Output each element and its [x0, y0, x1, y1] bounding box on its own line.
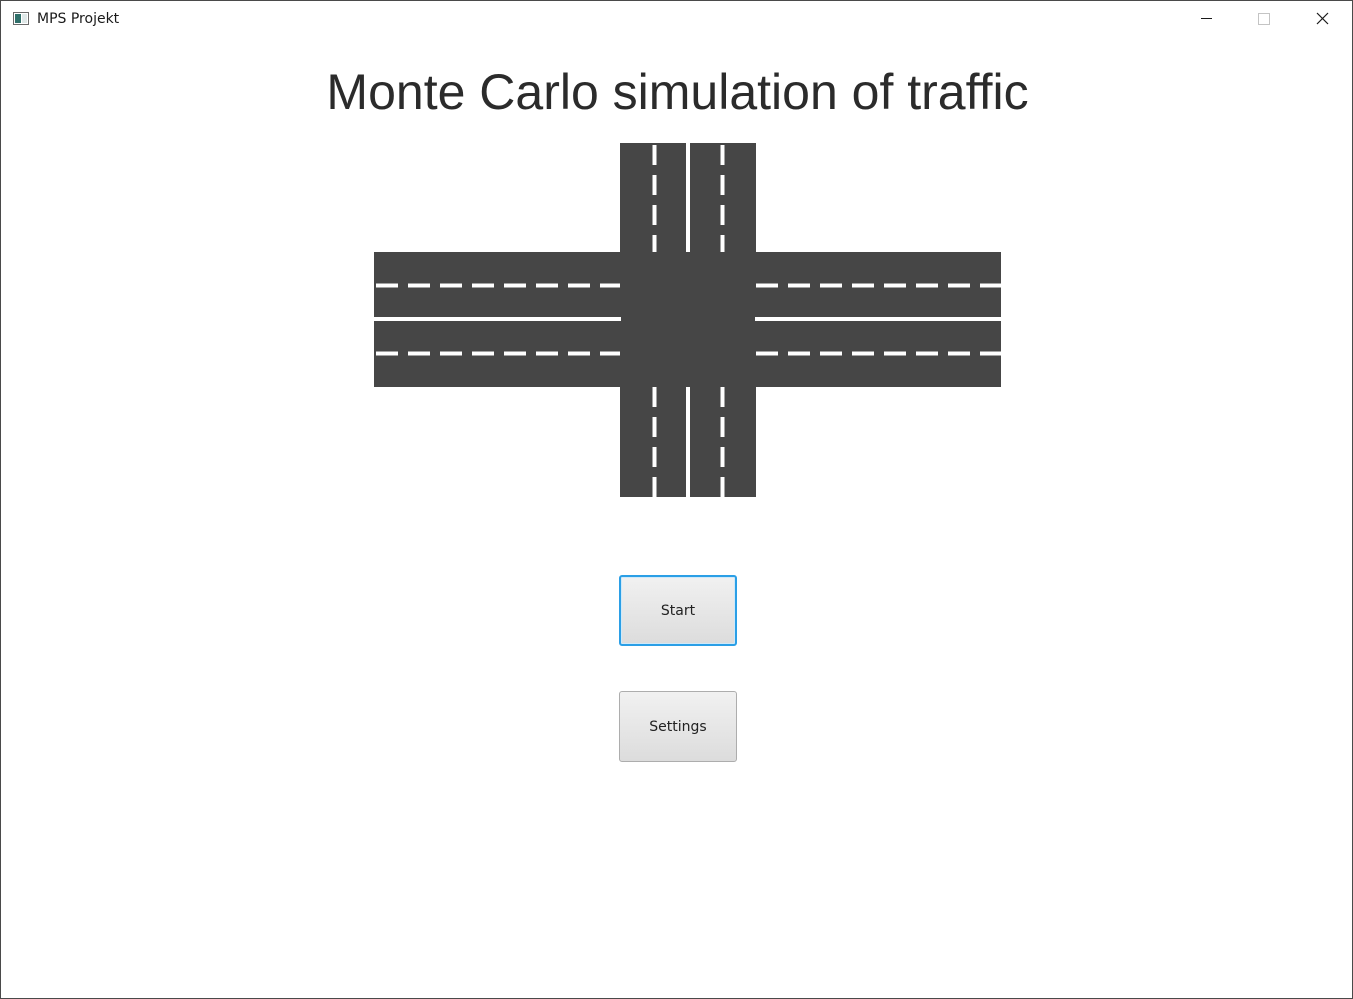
start-button[interactable]: Start [619, 575, 737, 646]
page-title: Monte Carlo simulation of traffic [326, 64, 1029, 120]
window-title: MPS Projekt [37, 11, 120, 27]
close-button[interactable] [1293, 1, 1351, 35]
close-icon [1316, 12, 1329, 25]
app-icon [13, 12, 29, 25]
maximize-icon [1258, 13, 1270, 25]
minimize-icon [1201, 18, 1212, 19]
intersection-illustration [374, 143, 1001, 497]
title-bar[interactable]: MPS Projekt [1, 1, 1352, 35]
settings-button[interactable]: Settings [619, 691, 737, 762]
app-window: MPS Projekt Monte Carlo simulation of tr… [0, 0, 1353, 999]
minimize-button[interactable] [1177, 1, 1235, 35]
maximize-button[interactable] [1235, 1, 1293, 35]
intersection-center [621, 252, 755, 387]
